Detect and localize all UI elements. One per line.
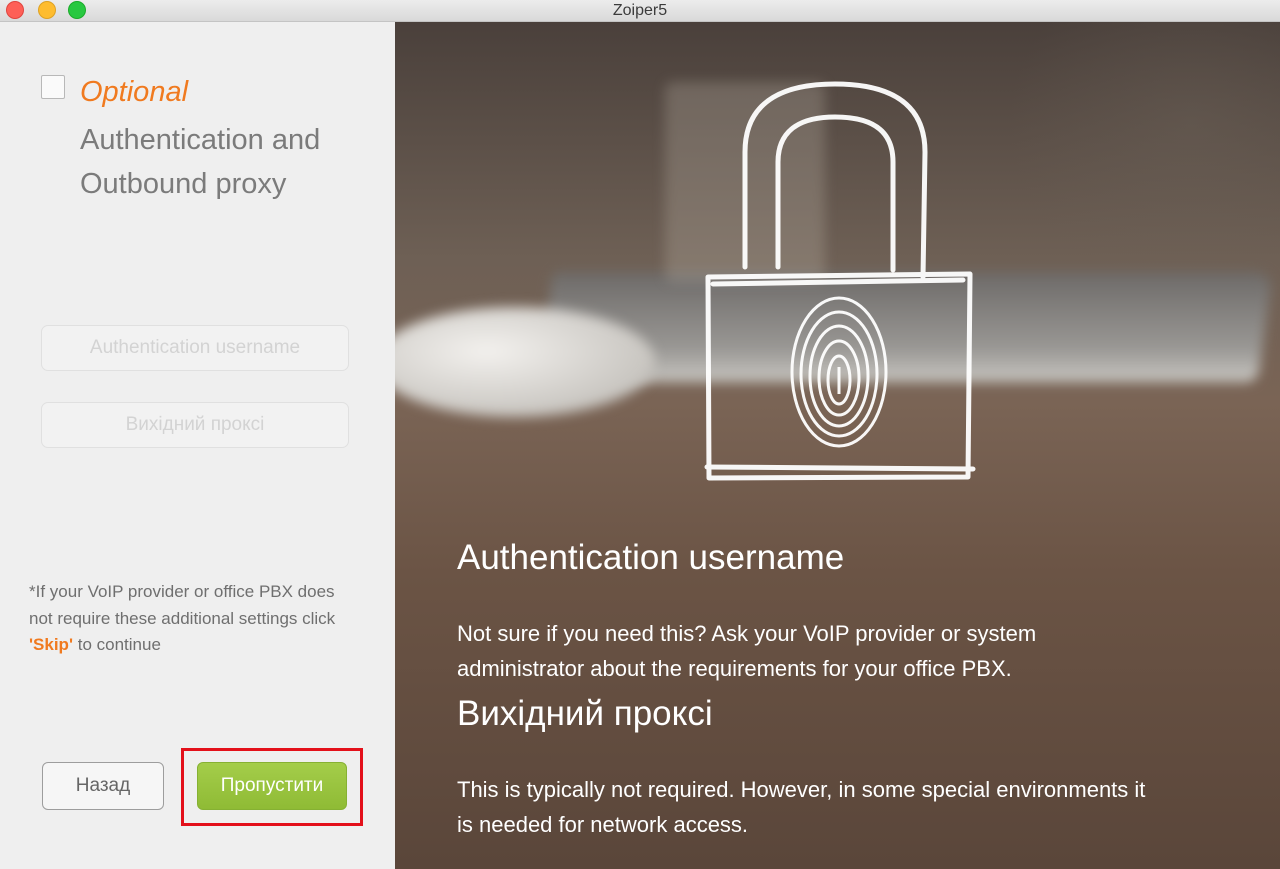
window-title: Zoiper5 (612, 2, 668, 19)
section-heading-line1: Authentication and (80, 124, 321, 156)
skip-button[interactable]: Пропустити (197, 762, 347, 810)
auth-username-input[interactable] (41, 325, 349, 371)
settings-panel: Optional Authentication and Outbound pro… (0, 22, 395, 869)
section-heading-line2: Outbound proxy (80, 168, 287, 200)
skip-note: *If your VoIP provider or office PBX doe… (29, 579, 349, 659)
info-panel: Authentication username Not sure if you … (395, 22, 1280, 869)
skip-note-prefix: *If your VoIP provider or office PBX doe… (29, 582, 336, 628)
back-button[interactable]: Назад (42, 762, 164, 810)
section-heading: Authentication and Outbound proxy (80, 118, 380, 206)
proxy-info-title: Вихідний проксі (457, 694, 713, 733)
auth-info-title: Authentication username (457, 538, 845, 577)
skip-note-suffix: to continue (73, 635, 161, 654)
skip-note-keyword: 'Skip' (29, 635, 73, 654)
optional-checkbox[interactable] (41, 75, 65, 99)
outbound-proxy-input[interactable] (41, 402, 349, 448)
optional-label: Optional (80, 76, 189, 108)
auth-info-description: Not sure if you need this? Ask your VoIP… (457, 621, 1037, 681)
title-bar: Zoiper5 (0, 0, 1280, 22)
proxy-info-description: This is typically not required. However,… (457, 777, 1146, 837)
padlock-fingerprint-icon (704, 81, 976, 481)
